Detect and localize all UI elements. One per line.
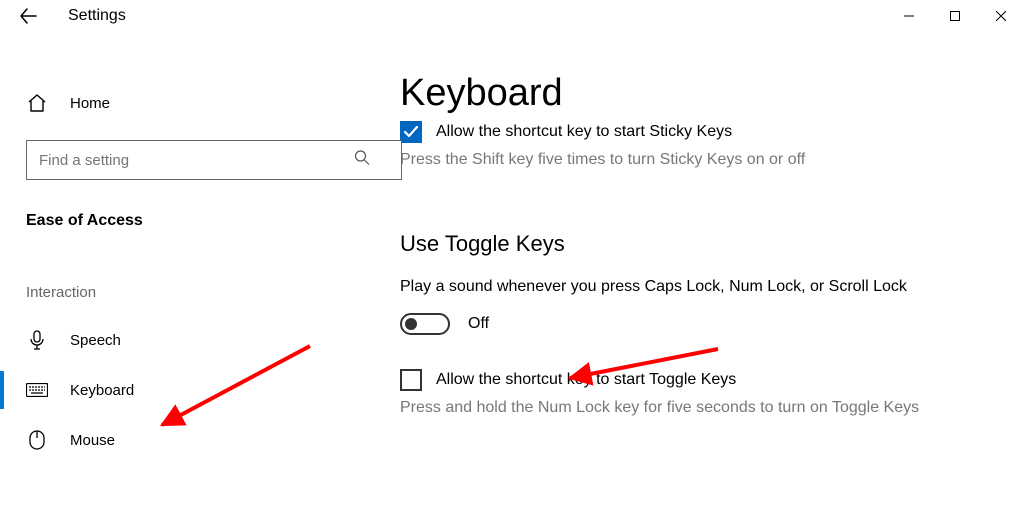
toggle-knob	[405, 318, 417, 330]
keyboard-icon	[26, 379, 48, 401]
microphone-icon	[26, 329, 48, 351]
sidebar-section-label: Ease of Access	[18, 202, 400, 240]
main-panel: Keyboard Allow the shortcut key to start…	[400, 32, 1024, 506]
search-wrap	[26, 140, 382, 180]
toggle-keys-help: Press and hold the Num Lock key for five…	[400, 397, 1012, 419]
sidebar-item-keyboard[interactable]: Keyboard	[18, 365, 400, 415]
titlebar: Settings	[0, 0, 1024, 32]
window-title: Settings	[68, 7, 126, 25]
search-input[interactable]	[26, 140, 402, 180]
sidebar-item-speech[interactable]: Speech	[18, 315, 400, 365]
sticky-keys-shortcut-label: Allow the shortcut key to start Sticky K…	[436, 123, 732, 141]
sidebar-item-label: Speech	[70, 332, 121, 349]
sidebar-item-home[interactable]: Home	[18, 78, 400, 128]
minimize-button[interactable]	[886, 0, 932, 32]
toggle-keys-state: Off	[468, 315, 489, 333]
close-icon	[996, 11, 1006, 21]
back-button[interactable]	[16, 4, 40, 28]
arrow-left-icon	[19, 7, 37, 25]
toggle-keys-toggle-row: Off	[400, 313, 1012, 335]
sticky-keys-help: Press the Shift key five times to turn S…	[400, 149, 1012, 171]
toggle-keys-toggle[interactable]	[400, 313, 450, 335]
close-button[interactable]	[978, 0, 1024, 32]
home-icon	[26, 92, 48, 114]
maximize-button[interactable]	[932, 0, 978, 32]
sidebar: Home Ease of Access Interaction Speech K…	[0, 32, 400, 506]
toggle-keys-heading: Use Toggle Keys	[400, 231, 1012, 257]
toggle-keys-shortcut-checkbox[interactable]	[400, 369, 422, 391]
checkmark-icon	[403, 124, 419, 140]
sticky-keys-shortcut-checkbox[interactable]	[400, 121, 422, 143]
toggle-keys-shortcut-row: Allow the shortcut key to start Toggle K…	[400, 369, 1012, 391]
toggle-keys-shortcut-label: Allow the shortcut key to start Toggle K…	[436, 371, 736, 389]
sidebar-group-label: Interaction	[18, 240, 400, 315]
content-area: Home Ease of Access Interaction Speech K…	[0, 32, 1024, 506]
window-controls	[886, 0, 1024, 32]
sticky-keys-shortcut-row: Allow the shortcut key to start Sticky K…	[400, 121, 1012, 143]
sidebar-item-label: Mouse	[70, 432, 115, 449]
toggle-keys-label: Play a sound whenever you press Caps Loc…	[400, 275, 1012, 299]
mouse-icon	[26, 429, 48, 451]
search-icon	[354, 150, 370, 171]
sidebar-item-mouse[interactable]: Mouse	[18, 415, 400, 465]
sidebar-item-label: Keyboard	[70, 382, 134, 399]
minimize-icon	[904, 11, 914, 21]
page-title: Keyboard	[400, 72, 1012, 115]
maximize-icon	[950, 11, 960, 21]
sidebar-home-label: Home	[70, 95, 110, 112]
